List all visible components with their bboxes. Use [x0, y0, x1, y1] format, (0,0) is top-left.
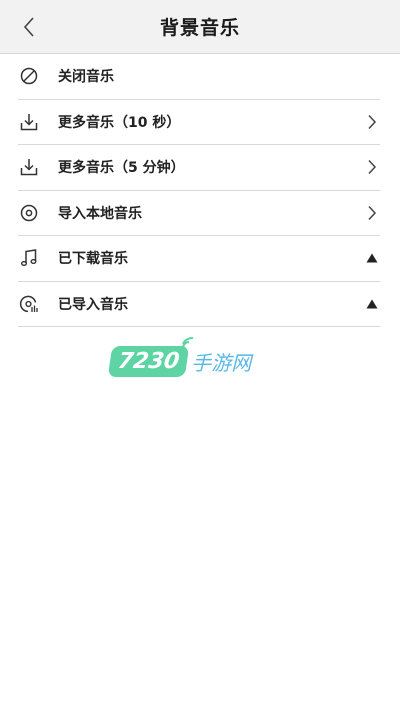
- triangle-up-icon[interactable]: [364, 296, 380, 312]
- downloaded-music-row[interactable]: 已下载音乐: [18, 236, 380, 282]
- music-options-list: 关闭音乐 更多音乐（10 秒） 更多音乐（5 分钟） 导入本地音乐 已下载音乐 …: [0, 54, 400, 327]
- chevron-right-icon: [364, 114, 380, 130]
- import-local-music-row[interactable]: 导入本地音乐: [18, 191, 380, 236]
- chevron-left-icon: [23, 17, 34, 37]
- row-label: 已下载音乐: [58, 251, 128, 268]
- imported-music-row[interactable]: 已导入音乐: [18, 282, 380, 327]
- music-note-icon: [18, 247, 40, 269]
- back-button[interactable]: [14, 12, 44, 42]
- download-icon: [18, 156, 40, 178]
- row-label: 关闭音乐: [58, 69, 114, 86]
- watermark-badge: 7230: [107, 346, 190, 377]
- page-title: 背景音乐: [159, 17, 240, 39]
- row-label: 更多音乐（10 秒）: [58, 114, 181, 131]
- chevron-right-icon: [364, 205, 380, 221]
- watermark-text: 手游网: [191, 351, 252, 375]
- more-music-5min-row[interactable]: 更多音乐（5 分钟）: [18, 145, 380, 191]
- close-music-row[interactable]: 关闭音乐: [18, 54, 380, 100]
- more-music-10s-row[interactable]: 更多音乐（10 秒）: [18, 100, 380, 145]
- chevron-right-icon: [364, 159, 380, 175]
- disc-bars-icon: [18, 293, 40, 315]
- watermark-logo: 7230 手游网: [107, 336, 252, 377]
- row-label: 更多音乐（5 分钟）: [58, 160, 185, 177]
- download-icon: [18, 111, 40, 133]
- no-entry-icon: [18, 65, 40, 87]
- disc-icon: [18, 202, 40, 224]
- signal-icon: [182, 336, 194, 349]
- triangle-up-icon[interactable]: [364, 250, 380, 266]
- row-label: 导入本地音乐: [58, 205, 142, 222]
- top-bar: 背景音乐: [0, 0, 400, 54]
- row-label: 已导入音乐: [58, 296, 128, 313]
